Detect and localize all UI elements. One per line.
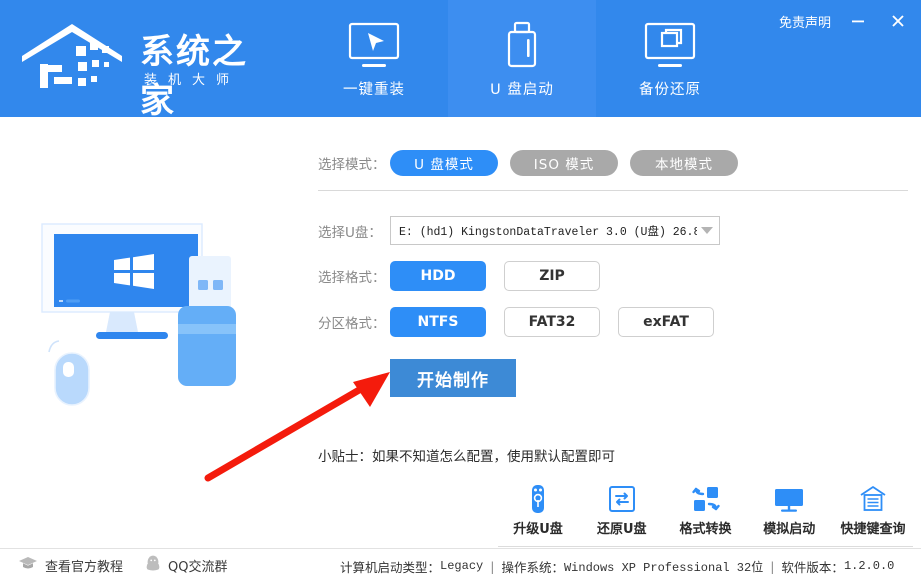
graduation-cap-icon: [18, 555, 38, 576]
tab-label: 备份还原: [639, 78, 701, 99]
tip-text: 小贴士：如果不知道怎么配置，使用默认配置即可: [318, 445, 908, 465]
app-logo: 系统之家 装机大师: [18, 12, 278, 104]
format-option-hdd[interactable]: HDD: [390, 261, 486, 291]
logo-mark-icon: [18, 20, 134, 97]
format-convert-icon: [690, 482, 722, 516]
minimize-icon[interactable]: [845, 10, 871, 32]
os-value: Windows XP Professional 32位: [564, 558, 763, 575]
tool-format-convert[interactable]: 格式转换: [666, 482, 746, 537]
tab-label: U 盘启动: [490, 78, 554, 99]
usb-upgrade-icon: [523, 482, 553, 516]
app-window: 系统之家 装机大师 一键重装: [0, 0, 921, 582]
tab-one-key-reinstall[interactable]: 一键重装: [300, 0, 448, 117]
partition-option-ntfs[interactable]: NTFS: [390, 307, 486, 337]
partition-label: 分区格式：: [318, 312, 390, 332]
usb-select-row: 选择U盘： E: (hd1) KingstonDataTraveler 3.0 …: [318, 216, 908, 245]
os-label: 操作系统：: [501, 557, 564, 576]
start-make-button[interactable]: 开始制作: [390, 359, 516, 397]
usb-select-value: E: (hd1) KingstonDataTraveler 3.0 (U盘) 2…: [399, 223, 697, 239]
status-links: 查看官方教程 QQ交流群: [18, 554, 227, 577]
tab-usb-boot[interactable]: U 盘启动: [448, 0, 596, 117]
logo-subtitle: 装机大师: [144, 69, 240, 88]
status-info: 计算机启动类型： Legacy | 操作系统： Windows XP Profe…: [340, 549, 894, 582]
boot-type-label: 计算机启动类型：: [340, 557, 440, 576]
window-controls: 免责声明: [779, 10, 911, 32]
tool-label: 升级U盘: [513, 518, 563, 537]
version-value: 1.2.0.0: [844, 559, 894, 573]
usb-boot-illustration: [26, 214, 296, 434]
windows-copy-icon: [639, 18, 701, 74]
format-option-zip[interactable]: ZIP: [504, 261, 600, 291]
bottom-toolbar: 升级U盘 还原U盘: [498, 482, 913, 542]
toolbar-divider: [498, 546, 913, 547]
hotkey-lookup-icon: [857, 482, 889, 516]
qq-group-link[interactable]: QQ交流群: [145, 554, 227, 577]
tab-label: 一键重装: [343, 78, 405, 99]
status-bar: 查看官方教程 QQ交流群 计算机启动类型： Legacy | 操作系统： W: [0, 548, 921, 582]
status-link-label: 查看官方教程: [45, 556, 123, 575]
usb-select-dropdown[interactable]: E: (hd1) KingstonDataTraveler 3.0 (U盘) 2…: [390, 216, 720, 245]
start-row: 开始制作: [318, 359, 908, 397]
partition-option-fat32[interactable]: FAT32: [504, 307, 600, 337]
tool-restore-usb[interactable]: 还原U盘: [582, 482, 662, 537]
qq-penguin-icon: [145, 554, 161, 577]
close-icon[interactable]: [885, 10, 911, 32]
status-link-label: QQ交流群: [168, 556, 227, 575]
status-separator: |: [490, 559, 494, 574]
app-header: 系统之家 装机大师 一键重装: [0, 0, 921, 117]
form-divider: [318, 190, 908, 191]
mode-option-usb[interactable]: U 盘模式: [390, 150, 498, 176]
tool-label: 格式转换: [679, 518, 731, 537]
mode-option-local[interactable]: 本地模式: [630, 150, 738, 176]
partition-option-exfat[interactable]: exFAT: [618, 307, 714, 337]
mode-row: 选择模式： U 盘模式 ISO 模式 本地模式: [318, 150, 908, 176]
partition-row: 分区格式： NTFS FAT32 exFAT: [318, 307, 908, 337]
tool-label: 快捷键查询: [840, 518, 905, 537]
version-label: 软件版本：: [781, 557, 844, 576]
tool-label: 模拟启动: [763, 518, 815, 537]
restore-usb-icon: [606, 482, 638, 516]
format-label: 选择格式：: [318, 266, 390, 286]
boot-type-value: Legacy: [440, 559, 483, 573]
cursor-screen-icon: [343, 18, 405, 74]
status-separator: |: [770, 559, 774, 574]
tab-backup-restore[interactable]: 备份还原: [596, 0, 744, 117]
format-row: 选择格式： HDD ZIP: [318, 261, 908, 291]
tool-upgrade-usb[interactable]: 升级U盘: [498, 482, 578, 537]
monitor-simulate-icon: [772, 482, 806, 516]
tool-hotkey-lookup[interactable]: 快捷键查询: [833, 482, 913, 537]
usb-boot-form: 选择模式： U 盘模式 ISO 模式 本地模式 选择U盘： E: (hd1) K…: [318, 140, 908, 465]
mode-option-iso[interactable]: ISO 模式: [510, 150, 618, 176]
tool-label: 还原U盘: [597, 518, 647, 537]
usb-select-label: 选择U盘：: [318, 221, 390, 241]
header-tabs: 一键重装 U 盘启动: [300, 0, 744, 117]
chevron-down-icon: [701, 227, 713, 234]
official-tutorial-link[interactable]: 查看官方教程: [18, 555, 123, 576]
mode-label: 选择模式：: [318, 153, 390, 173]
disclaimer-link[interactable]: 免责声明: [779, 12, 831, 31]
tool-simulate-boot[interactable]: 模拟启动: [749, 482, 829, 537]
usb-drive-icon: [491, 18, 553, 74]
